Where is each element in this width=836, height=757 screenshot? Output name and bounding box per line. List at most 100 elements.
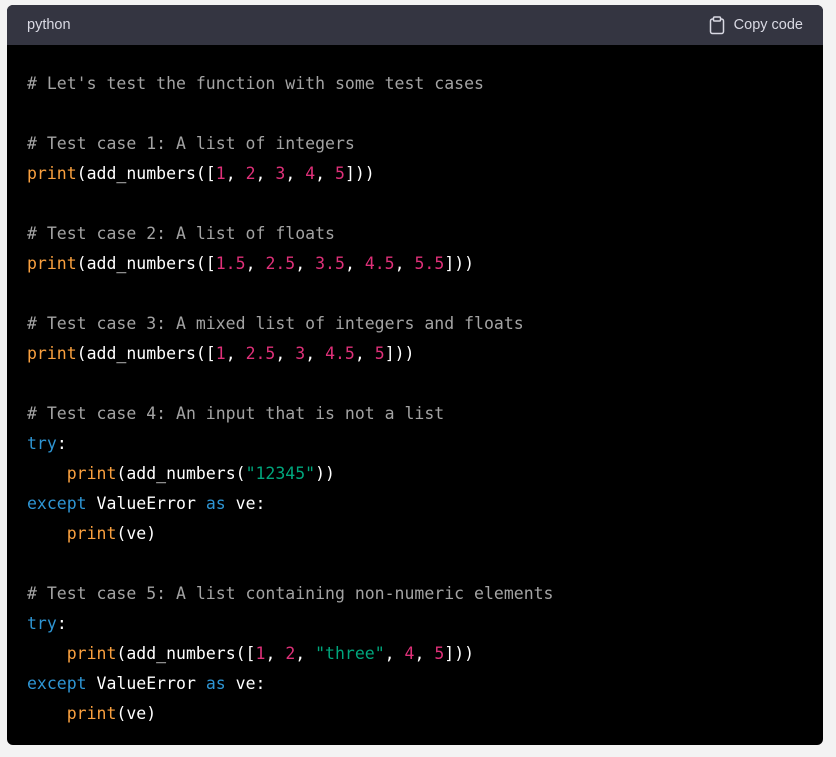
- code-token-comment: # Test case 2: A list of floats: [27, 224, 335, 243]
- code-line: try:: [27, 609, 803, 639]
- code-token-plain: ,: [344, 254, 365, 273]
- code-line: # Test case 2: A list of floats: [27, 219, 803, 249]
- code-token-string: "three": [315, 644, 385, 663]
- code-token-builtin: print: [66, 644, 117, 663]
- code-token-plain: ve:: [225, 674, 266, 693]
- code-token-number: 1: [215, 164, 226, 183]
- code-line: # Test case 5: A list containing non-num…: [27, 579, 803, 609]
- code-line: print(add_numbers([1, 2.5, 3, 4.5, 5])): [27, 339, 803, 369]
- code-line: # Test case 1: A list of integers: [27, 129, 803, 159]
- code-token-number: 3: [275, 164, 286, 183]
- code-token-keyword: try: [27, 434, 57, 453]
- code-content: # Let's test the function with some test…: [7, 45, 823, 729]
- code-token-builtin: print: [27, 254, 77, 273]
- code-token-string: "12345": [245, 464, 316, 483]
- code-token-number: 4.5: [325, 344, 355, 363]
- clipboard-icon: [709, 15, 725, 35]
- code-token-number: 5: [374, 344, 385, 363]
- code-token-plain: ])): [384, 344, 415, 363]
- code-token-plain: ])): [344, 164, 375, 183]
- code-token-comment: # Test case 1: A list of integers: [27, 134, 355, 153]
- code-token-plain: (add_numbers([: [76, 254, 216, 273]
- code-token-number: 5: [434, 644, 445, 663]
- copy-code-label: Copy code: [733, 17, 803, 33]
- code-token-comment: # Test case 3: A mixed list of integers …: [27, 314, 524, 333]
- code-token-plain: ve:: [225, 494, 266, 513]
- code-token-plain: ,: [285, 164, 306, 183]
- code-token-number: 1.5: [215, 254, 246, 273]
- code-token-number: 2.5: [265, 254, 296, 273]
- code-header: python Copy code: [7, 5, 823, 45]
- code-line: try:: [27, 429, 803, 459]
- code-token-builtin: print: [27, 344, 77, 363]
- code-token-plain: (add_numbers([: [116, 644, 256, 663]
- language-label: python: [27, 17, 71, 33]
- code-token-builtin: print: [27, 164, 77, 183]
- code-token-keyword: try: [27, 614, 57, 633]
- code-token-number: 5: [335, 164, 345, 183]
- code-line: print(add_numbers([1, 2, 3, 4, 5])): [27, 159, 803, 189]
- code-token-plain: ValueError: [86, 674, 206, 693]
- code-token-plain: (ve): [116, 524, 157, 543]
- code-line: print(ve): [27, 699, 803, 729]
- code-token-plain: (add_numbers(: [116, 464, 246, 483]
- code-line: print(add_numbers([1, 2, "three", 4, 5])…: [27, 639, 803, 669]
- code-token-number: 2: [285, 644, 296, 663]
- code-token-comment: # Let's test the function with some test…: [27, 74, 484, 93]
- code-token-keyword: except: [27, 494, 87, 513]
- code-token-number: 3: [295, 344, 306, 363]
- code-token-plain: ,: [275, 344, 296, 363]
- code-line: print(ve): [27, 519, 803, 549]
- code-line: # Test case 3: A mixed list of integers …: [27, 309, 803, 339]
- code-token-plain: ,: [245, 254, 266, 273]
- code-token-plain: ,: [394, 254, 415, 273]
- code-token-plain: (add_numbers([: [76, 164, 216, 183]
- code-token-plain: ,: [265, 644, 286, 663]
- code-token-plain: :: [56, 614, 67, 633]
- code-token-plain: ])): [444, 254, 475, 273]
- code-token-number: 4.5: [364, 254, 395, 273]
- code-token-plain: ,: [255, 164, 276, 183]
- code-token-number: 4: [305, 164, 316, 183]
- code-token-keyword: except: [27, 674, 87, 693]
- code-token-plain: (ve): [116, 704, 157, 723]
- copy-code-button[interactable]: Copy code: [709, 15, 803, 35]
- code-line: print(add_numbers([1.5, 2.5, 3.5, 4.5, 5…: [27, 249, 803, 279]
- code-token-number: 5.5: [414, 254, 445, 273]
- code-token-plain: ,: [414, 644, 435, 663]
- code-token-plain: ])): [444, 644, 475, 663]
- code-token-builtin: print: [66, 704, 117, 723]
- code-token-plain: ,: [225, 164, 246, 183]
- code-token-plain: :: [56, 434, 67, 453]
- code-token-plain: ,: [315, 164, 335, 183]
- code-token-plain: ,: [384, 644, 405, 663]
- code-token-plain: ValueError: [86, 494, 206, 513]
- code-token-plain: (add_numbers([: [76, 344, 216, 363]
- code-line: # Test case 4: An input that is not a li…: [27, 399, 803, 429]
- code-line: print(add_numbers("12345")): [27, 459, 803, 489]
- code-token-builtin: print: [66, 464, 117, 483]
- code-line: # Let's test the function with some test…: [27, 69, 803, 99]
- code-block: python Copy code # Let's test the functi…: [7, 5, 823, 745]
- code-token-builtin: print: [66, 524, 117, 543]
- code-line: except ValueError as ve:: [27, 489, 803, 519]
- code-token-plain: ,: [305, 344, 326, 363]
- code-token-number: 2: [245, 164, 256, 183]
- code-token-comment: # Test case 5: A list containing non-num…: [27, 584, 554, 603]
- code-token-plain: ,: [295, 254, 316, 273]
- code-token-number: 1: [255, 644, 266, 663]
- code-token-plain: ,: [295, 644, 316, 663]
- code-token-number: 1: [215, 344, 226, 363]
- code-token-plain: ,: [225, 344, 246, 363]
- code-token-plain: )): [315, 464, 335, 483]
- code-token-number: 2.5: [245, 344, 276, 363]
- code-token-number: 3.5: [315, 254, 345, 273]
